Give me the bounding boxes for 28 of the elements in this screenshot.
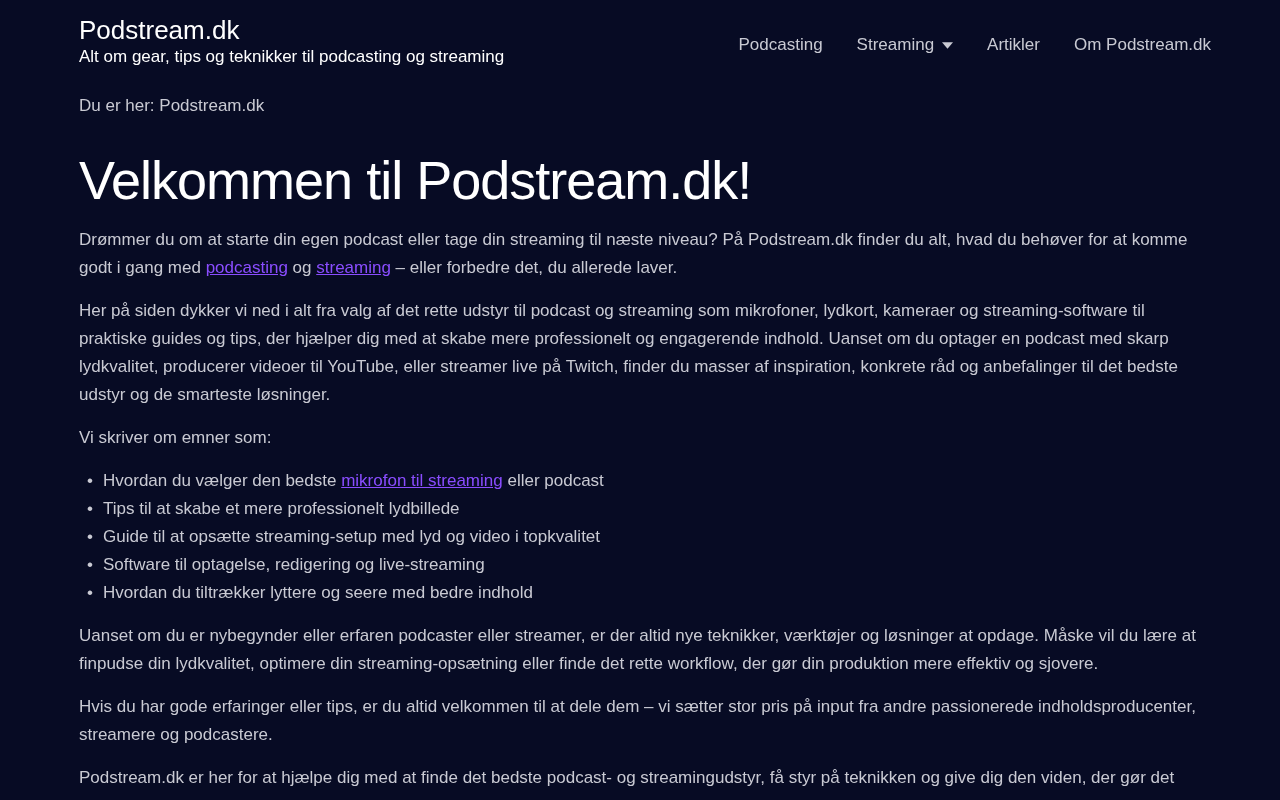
- site-title[interactable]: Podstream.dk: [79, 14, 505, 46]
- nav-link[interactable]: Streaming: [856, 35, 954, 55]
- nav-link[interactable]: Podcasting: [738, 35, 823, 55]
- nav-link[interactable]: Om Podstream.dk: [1074, 35, 1211, 55]
- bullet: •: [86, 498, 93, 520]
- paragraph: Podstream.dk er her for at hjælpe dig med at finde det bedste podcast- og streamingudstyr, få styr på teknikken og give dig den viden, der gør det: [79, 767, 1176, 789]
- text-link[interactable]: streaming: [316, 258, 391, 277]
- list-item: Software til optagelse, redigering og live-streaming: [103, 554, 485, 576]
- bullet: •: [86, 554, 93, 576]
- bullet: •: [86, 582, 93, 604]
- paragraph: Uanset om du er nybegynder eller erfaren podcaster eller streamer, er der altid nye teknikker, værktøjer og løsninger at opdage. Måske vil du lære at finpudse din lydkvalitet, optimere din streaming-opsætning eller finde det rette workflow, der gør din produktion mere effektiv og sjovere.: [79, 625, 1197, 675]
- caret-icon: [942, 41, 954, 49]
- site-tagline: Alt om gear, tips og teknikker til podcasting og streaming: [79, 46, 505, 68]
- list-item: Guide til at opsætte streaming-setup med lyd og video i topkvalitet: [103, 526, 601, 548]
- text-link[interactable]: mikrofon til streaming: [341, 471, 503, 490]
- list-item: Tips til at skabe et mere professionelt lydbillede: [103, 498, 460, 520]
- paragraph: Her på siden dykker vi ned i alt fra valg af det rette udstyr til podcast og streaming som mikrofoner, lydkort, kameraer og streaming-software til praktiske guides og tips, der hjælper dig med at skabe mere professionelt og engagerende indhold. Uanset om du optager en podcast med skarp lydkvalitet, producerer videoer til YouTube, eller streamer live på Twitch, finder du masser af inspiration, konkrete råd og anbefalinger til det bedste udstyr og de smarteste løsninger.: [79, 300, 1179, 406]
- breadcrumb: Du er her: Podstream.dk: [79, 95, 266, 117]
- bullet: •: [86, 526, 93, 548]
- page-heading: Velkommen til Podstream.dk!: [79, 149, 753, 212]
- paragraph: Vi skriver om emner som:: [79, 427, 273, 449]
- nav-link[interactable]: Artikler: [987, 35, 1040, 55]
- paragraph: Drømmer du om at starte din egen podcast eller tage din streaming til næste niveau? På Podstream.dk finder du alt, hvad du behøver for at komme godt i gang med podcasting og streaming – eller forbedre det, du allerede laver.: [79, 229, 1189, 279]
- paragraph: Hvis du har gode erfaringer eller tips, er du altid velkommen til at dele dem – vi sætter stor pris på input fra andre passionerede indholdsproducenter, streamere og podcastere.: [79, 696, 1197, 746]
- list-item: Hvordan du vælger den bedste mikrofon til streaming eller podcast: [103, 470, 604, 492]
- list-item: Hvordan du tiltrækker lyttere og seere med bedre indhold: [103, 582, 533, 604]
- text-link[interactable]: podcasting: [205, 258, 288, 277]
- bullet: •: [86, 470, 93, 492]
